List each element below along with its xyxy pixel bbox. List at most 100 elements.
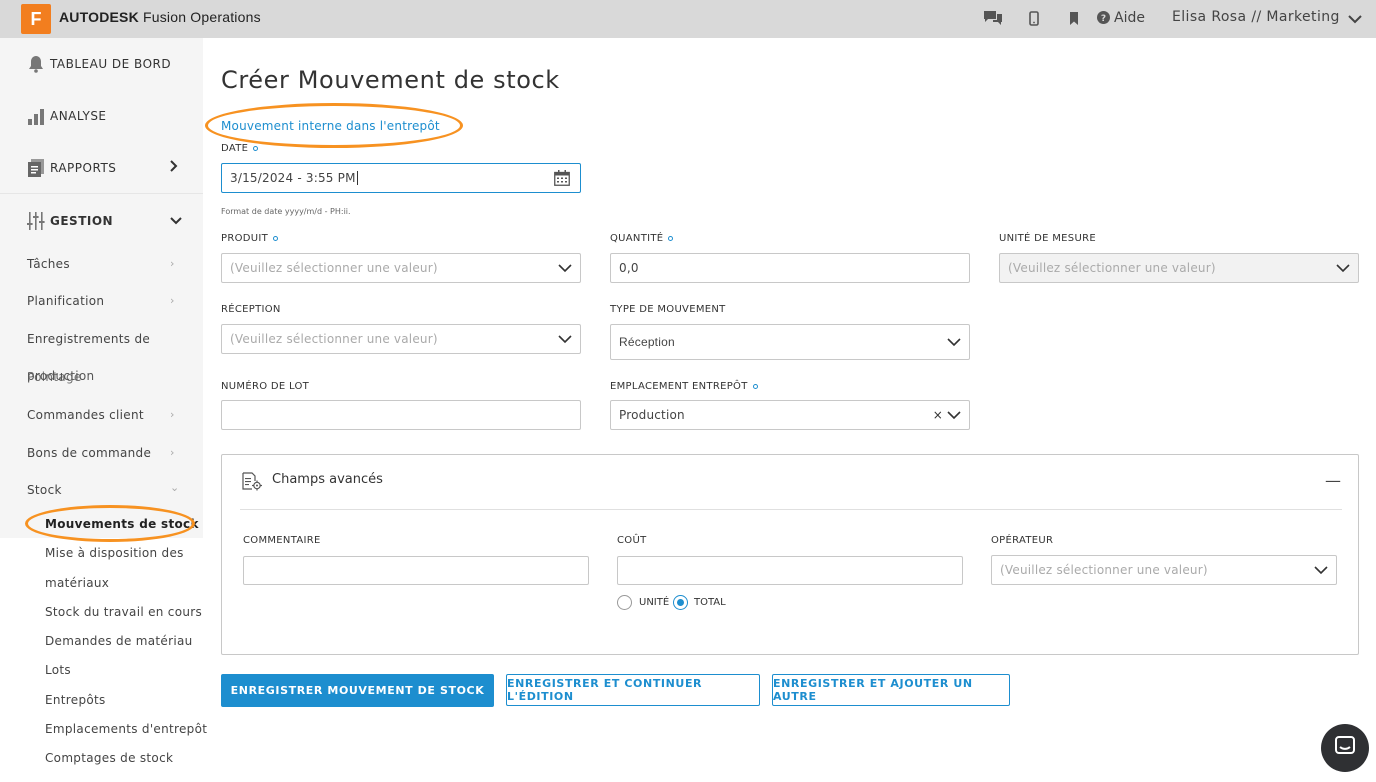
cout-input[interactable] <box>617 556 963 585</box>
advanced-fields-title: Champs avancés <box>272 472 383 487</box>
chevron-right-icon <box>170 160 178 176</box>
date-label: DATE <box>221 143 259 154</box>
sidebar-item-mise-a-disposition[interactable]: Mise à disposition des <box>45 546 184 560</box>
chat-bubble-icon <box>1334 735 1356 761</box>
sidebar-item-entrepots[interactable]: Entrepôts <box>45 693 106 707</box>
reception-label: RÉCEPTION <box>221 304 281 315</box>
required-icon <box>253 145 259 151</box>
lot-input[interactable] <box>221 400 581 430</box>
date-field[interactable]: 3/15/2024 - 3:55 PM <box>221 163 581 193</box>
type-value: Réception <box>619 335 675 349</box>
chevron-right-icon: › <box>170 257 175 270</box>
required-icon <box>273 235 279 241</box>
produit-label-text: PRODUIT <box>221 233 269 244</box>
produit-placeholder: (Veuillez sélectionner une valeur) <box>230 261 438 275</box>
help-link[interactable]: Aide <box>1114 10 1145 26</box>
chevron-down-icon[interactable] <box>1346 10 1364 28</box>
mobile-icon[interactable] <box>1025 9 1043 27</box>
sidebar-item-commandes-client[interactable]: Commandes client <box>27 408 144 422</box>
commentaire-input[interactable] <box>243 556 589 585</box>
sidebar-item-pointage[interactable]: Pointage <box>27 370 82 384</box>
sidebar-item-dashboard[interactable]: TABLEAU DE BORD <box>0 38 203 90</box>
text-cursor <box>356 171 358 185</box>
user-menu[interactable]: Elisa Rosa // Marketing <box>1172 9 1340 25</box>
sidebar-item-demandes-de-materiau[interactable]: Demandes de matériau <box>45 634 193 648</box>
commentaire-label: COMMENTAIRE <box>243 535 321 546</box>
operateur-placeholder: (Veuillez sélectionner une valeur) <box>1000 563 1208 577</box>
cout-label: COÛT <box>617 535 647 546</box>
sidebar-item-mouvements-de-stock[interactable]: Mouvements de stock <box>45 517 199 531</box>
reception-select[interactable]: (Veuillez sélectionner une valeur) <box>221 324 581 354</box>
chevron-down-icon <box>947 411 961 420</box>
chevron-right-icon: › <box>170 446 175 459</box>
divider <box>240 509 1342 510</box>
emplacement-label-text: EMPLACEMENT ENTREPÔT <box>610 381 748 392</box>
unite-label: UNITÉ DE MESURE <box>999 233 1096 244</box>
unite-placeholder: (Veuillez sélectionner une valeur) <box>1008 261 1216 275</box>
calendar-icon[interactable] <box>554 170 570 189</box>
sidebar-item-analyse[interactable]: ANALYSE <box>0 90 203 142</box>
radio-unite[interactable] <box>617 595 632 610</box>
settings-document-icon <box>242 472 263 495</box>
sidebar-item-mise-a-disposition-cont[interactable]: matériaux <box>45 576 109 590</box>
unite-select: (Veuillez sélectionner une valeur) <box>999 253 1359 283</box>
fusion-logo[interactable]: F <box>21 4 51 34</box>
sidebar-item-enregistrements[interactable]: Enregistrements de <box>27 332 150 346</box>
save-stock-movement-button[interactable]: ENREGISTRER MOUVEMENT DE STOCK <box>221 674 494 707</box>
chevron-down-icon <box>558 264 572 273</box>
sidebar-item-emplacements-entrepot[interactable]: Emplacements d'entrepôt <box>45 722 207 736</box>
chevron-down-icon <box>947 338 961 347</box>
sidebar-item-comptages-de-stock[interactable]: Comptages de stock <box>45 751 173 765</box>
chevron-down-icon <box>1336 264 1350 273</box>
internal-movement-link[interactable]: Mouvement interne dans l'entrepôt <box>221 119 440 133</box>
type-select[interactable]: Réception <box>610 324 970 360</box>
help-icon[interactable]: ? <box>1096 10 1110 24</box>
collapse-icon[interactable]: — <box>1325 471 1341 490</box>
sidebar-label: TABLEAU DE BORD <box>50 57 172 71</box>
emplacement-select[interactable]: Production × <box>610 400 970 430</box>
top-bar: F AUTODESK Fusion Operations ? Aide Elis… <box>0 0 1376 38</box>
required-icon <box>752 383 758 389</box>
radio-total[interactable] <box>673 595 688 610</box>
save-add-another-button[interactable]: ENREGISTRER ET AJOUTER UN AUTRE <box>772 674 1010 706</box>
sidebar-item-stock[interactable]: Stock <box>27 483 62 497</box>
brand-name: AUTODESK Fusion Operations <box>59 9 261 25</box>
chat-icon[interactable] <box>982 9 1004 27</box>
sidebar-item-rapports[interactable]: RAPPORTS <box>0 142 203 194</box>
bar-chart-icon <box>27 107 45 125</box>
save-continue-button[interactable]: ENREGISTRER ET CONTINUER L'ÉDITION <box>506 674 760 706</box>
quantite-value: 0,0 <box>619 261 639 275</box>
emplacement-label: EMPLACEMENT ENTREPÔT <box>610 381 758 392</box>
divider <box>0 193 203 194</box>
quantite-label-text: QUANTITÉ <box>610 233 664 244</box>
date-label-text: DATE <box>221 143 249 154</box>
chevron-down-icon <box>170 214 182 229</box>
advanced-fields-panel: Champs avancés — COMMENTAIRE COÛT UNITÉ … <box>221 454 1359 655</box>
document-icon <box>27 159 45 177</box>
sidebar-item-planification[interactable]: Planification <box>27 294 104 308</box>
operateur-select[interactable]: (Veuillez sélectionner une valeur) <box>991 555 1337 585</box>
chevron-down-icon: ⌄ <box>170 481 180 494</box>
sidebar-item-taches[interactable]: Tâches <box>27 257 70 271</box>
sidebar-item-bons-de-commande[interactable]: Bons de commande <box>27 446 151 460</box>
reception-placeholder: (Veuillez sélectionner une valeur) <box>230 332 438 346</box>
date-format-hint: Format de date yyyy/m/d - PH:ii. <box>221 207 351 216</box>
sidebar-label: ANALYSE <box>50 109 107 123</box>
bookmark-icon[interactable] <box>1065 9 1083 27</box>
produit-label: PRODUIT <box>221 233 279 244</box>
required-icon <box>668 235 674 241</box>
chevron-down-icon <box>558 335 572 344</box>
sidebar-item-gestion[interactable]: GESTION <box>0 195 203 247</box>
page-title: Créer Mouvement de stock <box>221 66 560 94</box>
chat-launcher[interactable] <box>1321 724 1369 772</box>
sidebar-item-stock-travail-en-cours[interactable]: Stock du travail en cours <box>45 605 202 619</box>
sidebar-item-lots[interactable]: Lots <box>45 663 71 677</box>
radio-unite-label: UNITÉ <box>639 597 670 608</box>
chevron-right-icon: › <box>170 408 175 421</box>
clear-icon[interactable]: × <box>933 408 943 422</box>
chevron-right-icon: › <box>170 294 175 307</box>
sidebar-label: RAPPORTS <box>50 161 117 175</box>
sidebar-label: GESTION <box>50 214 114 228</box>
produit-select[interactable]: (Veuillez sélectionner une valeur) <box>221 253 581 283</box>
quantite-input[interactable]: 0,0 <box>610 253 970 283</box>
